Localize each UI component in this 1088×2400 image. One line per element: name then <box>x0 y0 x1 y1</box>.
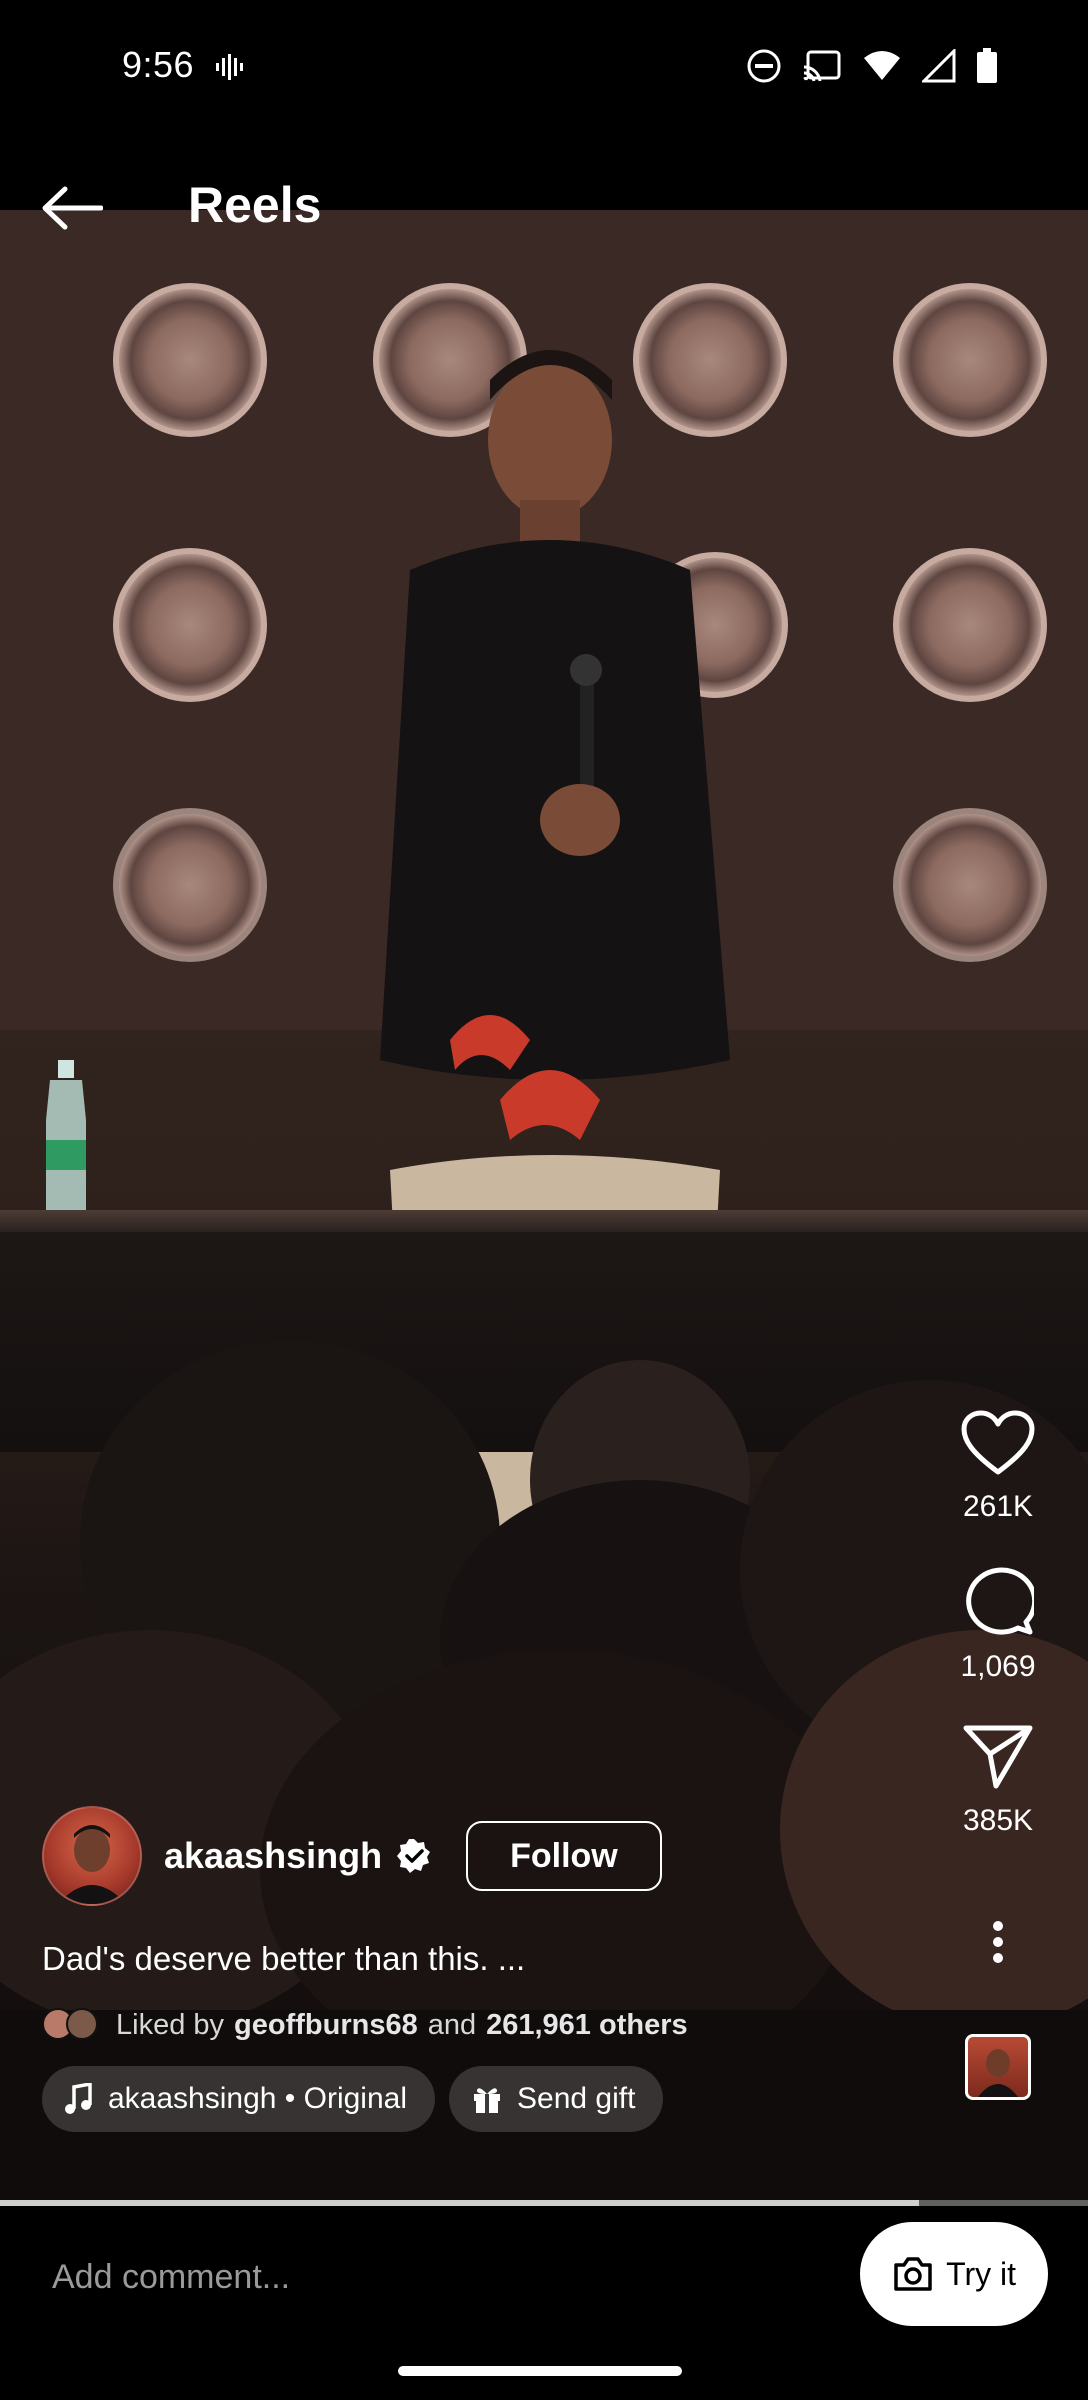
status-icons <box>746 48 998 84</box>
share-count: 385K <box>962 1804 1034 1837</box>
like-count: 261K <box>962 1490 1034 1523</box>
playback-progress[interactable] <box>0 2200 1088 2206</box>
comment-button[interactable]: 1,069 <box>960 1564 1036 1684</box>
caption[interactable]: Dad's deserve better than this. ... <box>42 1940 922 1978</box>
water-bottle <box>46 1060 86 1215</box>
reel-info: akaashsingh Follow Dad's deserve better … <box>42 1806 922 2132</box>
audio-chip[interactable]: akaashsingh • Original <box>42 2066 436 2132</box>
like-button[interactable]: 261K <box>961 1410 1035 1524</box>
liked-avatars <box>42 2008 100 2042</box>
chips-row: akaashsingh • Original Send gift <box>42 2066 922 2132</box>
sound-wave-icon <box>216 54 243 80</box>
audio-label: akaashsingh • Original <box>108 2082 408 2115</box>
verified-icon <box>397 1839 431 1873</box>
do-not-disturb-icon <box>747 49 781 83</box>
action-rail: 261K 1,069 385K <box>938 1410 1058 2100</box>
status-time: 9:56 <box>122 44 195 85</box>
liked-and: and <box>427 2008 477 2041</box>
playback-progress-fill <box>0 2200 920 2206</box>
author-row: akaashsingh Follow <box>42 1806 922 1906</box>
back-arrow-icon <box>42 186 103 230</box>
cast-icon <box>803 50 841 82</box>
signal-icon <box>922 49 956 83</box>
gift-icon <box>474 2088 501 2113</box>
liked-by-row[interactable]: Liked by geoffburns68 and 261,961 others <box>42 2008 922 2042</box>
liked-user[interactable]: geoffburns68 <box>234 2009 418 2042</box>
audio-thumbnail-image <box>978 2049 1018 2097</box>
more-options-button[interactable] <box>992 1914 1004 1970</box>
music-note-icon <box>65 2083 92 2114</box>
username[interactable]: akaashsingh <box>164 1835 382 1877</box>
page-title: Reels <box>188 177 322 233</box>
liked-prefix: Liked by <box>116 2008 225 2041</box>
gift-label: Send gift <box>517 2082 636 2115</box>
avatar[interactable] <box>42 1806 142 1906</box>
more-vertical-icon <box>993 1921 1003 1963</box>
send-icon <box>963 1725 1033 1789</box>
battery-icon <box>977 48 997 83</box>
comment-input[interactable] <box>52 2258 812 2297</box>
share-button[interactable]: 385K <box>962 1724 1034 1838</box>
send-gift-chip[interactable]: Send gift <box>449 2066 664 2132</box>
home-indicator[interactable] <box>398 2366 682 2376</box>
wifi-icon <box>864 51 900 80</box>
liker-avatar <box>66 2008 98 2040</box>
comment-bar: Try it <box>0 2206 1088 2400</box>
stage-edge <box>0 1210 1088 1232</box>
camera-icon <box>894 2257 932 2291</box>
follow-button[interactable]: Follow <box>466 1821 662 1891</box>
back-button[interactable] <box>36 178 108 238</box>
comment-count: 1,069 <box>960 1650 1036 1683</box>
try-it-button[interactable]: Try it <box>860 2222 1048 2326</box>
reels-header: Reels <box>0 134 1088 274</box>
heart-icon <box>961 1410 1035 1475</box>
liked-others[interactable]: 261,961 others <box>486 2009 688 2042</box>
status-bar: 9:56 <box>0 0 1088 134</box>
audio-thumbnail[interactable] <box>965 2034 1031 2100</box>
try-it-label: Try it <box>946 2255 1016 2292</box>
comment-icon <box>966 1567 1034 1635</box>
avatar-image <box>58 1825 126 1904</box>
